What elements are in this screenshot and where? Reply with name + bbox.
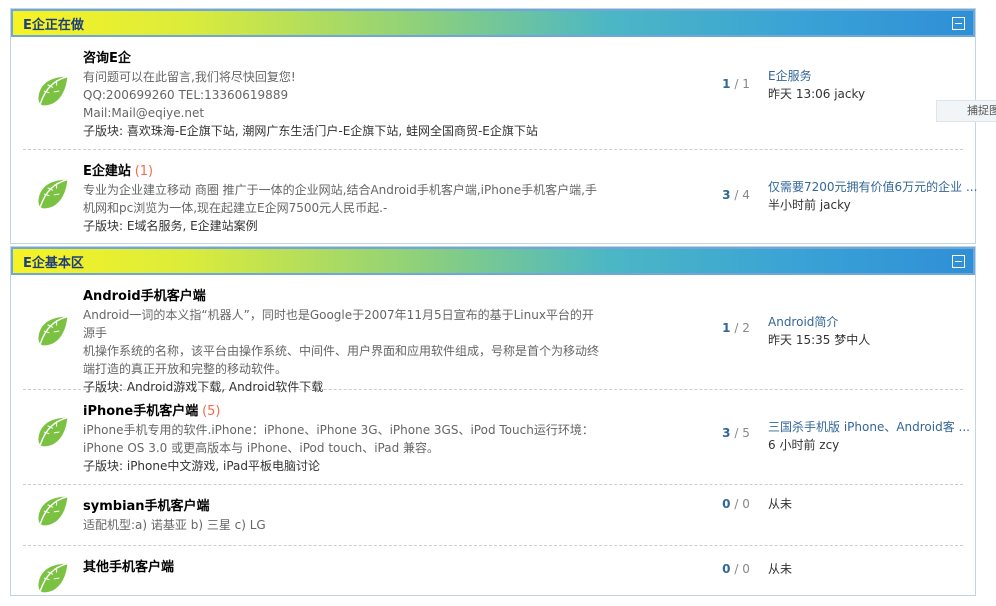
forum-info: symbian手机客户端适配机型:a) 诺基亚 b) 三星 c) LG <box>83 497 603 534</box>
collapse-icon[interactable] <box>952 254 965 268</box>
subforum-list[interactable]: 子版块: E域名服务, E企建站案例 <box>83 217 603 235</box>
forum-info: 咨询E企有问题可以在此留言,我们将尽快回复您! QQ:200699260 TEL:… <box>83 49 603 140</box>
last-post: 从未 <box>768 560 978 578</box>
forum-description: 适配机型:a) 诺基亚 b) 三星 c) LG <box>83 518 266 532</box>
post-count: 4 <box>742 188 750 202</box>
leaf-icon[interactable] <box>35 73 71 109</box>
forum-description: 机操作系统的名称，该平台由操作系统、中间件、用户界面和应用软件组成，号称是首个为… <box>83 344 600 358</box>
thread-post-count: 0 / 0 <box>701 497 771 511</box>
forum-row: symbian手机客户端适配机型:a) 诺基亚 b) 三星 c) LG 0 / 0… <box>23 485 963 546</box>
post-count: 0 <box>742 562 750 576</box>
leaf-icon[interactable] <box>35 493 71 529</box>
count-separator: / <box>730 321 743 335</box>
board-e-working: E企正在做 咨询E企有问题可以在此留言,我们将尽快回复您! QQ:20069926… <box>10 8 977 244</box>
forum-title-line: E企建站 (1) <box>83 162 603 181</box>
thread-post-count: 0 / 0 <box>701 562 771 576</box>
forum-name[interactable]: Android手机客户端 <box>83 289 206 304</box>
forum-description: 机网和pc浏览为一体,现在起建立E企网7500元人民币起.- <box>83 201 388 215</box>
last-post-title[interactable]: 仅需要7200元拥有价值6万元的企业 ... <box>768 178 978 196</box>
post-count: 1 <box>742 77 750 91</box>
forum-row: iPhone手机客户端 (5) iPhone手机专用的软件.iPhone：iPho… <box>23 390 970 485</box>
forum-info: E企建站 (1) 专业为企业建立移动 商圈 推广于一体的企业网站,结合Androi… <box>83 162 603 235</box>
forum-title-line: Android手机客户端 <box>83 287 603 306</box>
last-post: 仅需要7200元拥有价值6万元的企业 ... 半小时前 jacky <box>768 178 978 214</box>
forum-info: iPhone手机客户端 (5) iPhone手机专用的软件.iPhone：iPho… <box>83 402 603 475</box>
last-post-meta: 6 小时前 zcy <box>768 438 840 452</box>
forum-name[interactable]: 咨询E企 <box>83 51 131 66</box>
last-post-title[interactable]: 三国杀手机版 iPhone、Android客 ... <box>768 418 978 436</box>
forum-description: QQ:200699260 TEL:13360619889 <box>83 88 289 102</box>
board-title[interactable]: E企基本区 <box>23 252 84 271</box>
last-post-meta: 昨天 15:35 梦中人 <box>768 333 871 347</box>
thread-count: 3 <box>722 426 731 440</box>
forum-description: iPhone OS 3.0 或更高版本与 iPhone、iPod touch、i… <box>83 441 440 455</box>
last-post-meta: 从未 <box>768 497 793 511</box>
forum-info: Android手机客户端 Android一词的本义指“机器人”，同时也是Googl… <box>83 287 603 396</box>
forum-info: 其他手机客户端 <box>83 558 603 577</box>
forum-row: Android手机客户端 Android一词的本义指“机器人”，同时也是Googl… <box>23 275 963 394</box>
thread-post-count: 3 / 5 <box>701 426 771 440</box>
board-header: E企基本区 <box>11 247 975 275</box>
subforum-list[interactable]: 子版块: iPhone中文游戏, iPad平板电脑讨论 <box>83 457 603 475</box>
count-separator: / <box>730 426 743 440</box>
new-post-count: (5) <box>202 404 221 419</box>
last-post-title[interactable]: Android简介 <box>768 313 978 331</box>
forum-row: 咨询E企有问题可以在此留言,我们将尽快回复您! QQ:200699260 TEL:… <box>23 37 963 150</box>
forum-name[interactable]: 其他手机客户端 <box>83 560 174 575</box>
forum-name[interactable]: E企建站 <box>83 164 131 179</box>
thread-count: 3 <box>722 188 731 202</box>
forum-description: Android一词的本义指“机器人”，同时也是Google于2007年11月5日… <box>83 308 594 340</box>
thread-count: 0 <box>722 497 731 511</box>
collapse-icon[interactable] <box>952 16 965 30</box>
forum-description: 端打造的真正开放和完整的移动软件。 <box>83 362 288 376</box>
subforum-list[interactable]: 子版块: 喜欢珠海-E企旗下站, 潮网广东生活门户-E企旗下站, 蛙网全国商贸-… <box>83 122 603 140</box>
board-header: E企正在做 <box>11 9 975 37</box>
leaf-icon[interactable] <box>35 176 71 212</box>
count-separator: / <box>730 188 743 202</box>
forum-name[interactable]: symbian手机客户端 <box>83 499 210 514</box>
board-e-basic: E企基本区 Android手机客户端 Android一词的本义指“机器人”，同时也… <box>10 246 976 596</box>
forum-description: 有问题可以在此留言,我们将尽快回复您! <box>83 70 296 84</box>
forum-title-line: 咨询E企 <box>83 49 603 68</box>
board-title[interactable]: E企正在做 <box>23 14 84 33</box>
post-count: 2 <box>742 321 750 335</box>
thread-post-count: 1 / 1 <box>701 77 771 91</box>
forum-description: iPhone手机专用的软件.iPhone：iPhone、iPhone 3G、iP… <box>83 423 594 437</box>
thread-post-count: 3 / 4 <box>701 188 771 202</box>
forum-title-line: iPhone手机客户端 (5) <box>83 402 603 421</box>
thread-count: 0 <box>722 562 731 576</box>
last-post-meta: 从未 <box>768 562 793 576</box>
count-separator: / <box>730 562 743 576</box>
post-count: 5 <box>742 426 750 440</box>
leaf-icon[interactable] <box>35 313 71 349</box>
thread-count: 1 <box>722 77 731 91</box>
forum-description: 专业为企业建立移动 商圈 推广于一体的企业网站,结合Android手机客户端,i… <box>83 183 597 197</box>
forum-name[interactable]: iPhone手机客户端 <box>83 404 198 419</box>
forum-title-line: 其他手机客户端 <box>83 558 603 577</box>
last-post: 从未 <box>768 495 978 513</box>
forum-row: 其他手机客户端 0 / 0 从未 <box>23 546 963 606</box>
count-separator: / <box>730 497 743 511</box>
last-post-title[interactable]: E企服务 <box>768 67 978 85</box>
last-post: E企服务 昨天 13:06 jacky <box>768 67 978 103</box>
leaf-icon[interactable] <box>35 414 71 450</box>
forum-description: Mail:Mail@eqiye.net <box>83 106 205 120</box>
last-post: Android简介昨天 15:35 梦中人 <box>768 313 978 349</box>
last-post-meta: 半小时前 jacky <box>768 198 851 212</box>
count-separator: / <box>730 77 743 91</box>
post-count: 0 <box>742 497 750 511</box>
last-post: 三国杀手机版 iPhone、Android客 ... 6 小时前 zcy <box>768 418 978 454</box>
new-post-count: (1) <box>134 164 154 179</box>
forum-title-line: symbian手机客户端 <box>83 497 603 516</box>
forum-row: E企建站 (1) 专业为企业建立移动 商圈 推广于一体的企业网站,结合Androi… <box>23 150 977 244</box>
screenshot-tab[interactable]: 捕捉图 <box>936 100 996 122</box>
thread-post-count: 1 / 2 <box>701 321 771 335</box>
thread-count: 1 <box>722 321 731 335</box>
